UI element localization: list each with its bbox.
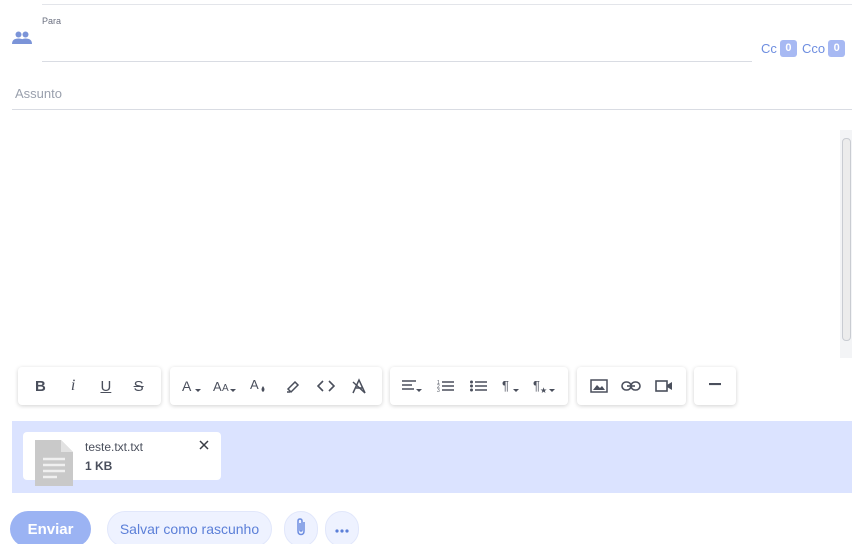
video-icon: [655, 380, 673, 392]
insert-link-button[interactable]: [615, 371, 647, 401]
bullet-list-icon: [470, 379, 488, 393]
code-button[interactable]: [309, 371, 342, 401]
italic-icon: i: [70, 377, 76, 394]
paragraph-style-button[interactable]: ¶ ★: [529, 371, 562, 401]
paragraph-button[interactable]: ¶: [496, 371, 529, 401]
more-options-button[interactable]: [325, 511, 359, 544]
bold-button[interactable]: B: [24, 371, 57, 401]
fill-color-button[interactable]: A: [243, 371, 276, 401]
cc-label: Cc: [761, 41, 777, 56]
bold-icon: B: [34, 377, 46, 395]
subject-input[interactable]: [12, 78, 852, 110]
svg-text:★: ★: [540, 386, 547, 394]
paragraph-style-icon: ¶ ★: [533, 378, 557, 394]
bullet-list-button[interactable]: [462, 371, 495, 401]
editor-scrollbar-thumb[interactable]: [842, 138, 851, 341]
paperclip-icon: [295, 517, 307, 542]
align-button[interactable]: [396, 371, 429, 401]
underline-button[interactable]: U: [90, 371, 123, 401]
highlight-button[interactable]: [276, 371, 309, 401]
cc-toggle[interactable]: Cc 0: [761, 40, 797, 57]
svg-text:¶: ¶: [533, 378, 540, 393]
font-size-button[interactable]: AA: [209, 371, 242, 401]
close-icon[interactable]: [197, 438, 211, 452]
fill-color-icon: A: [250, 377, 268, 395]
code-icon: [316, 379, 335, 393]
image-icon: [590, 379, 608, 393]
align-icon: [401, 378, 424, 394]
send-button[interactable]: Enviar: [10, 511, 91, 544]
svg-text:A: A: [213, 379, 222, 394]
highlight-icon: [285, 378, 301, 394]
to-label: Para: [42, 16, 62, 26]
link-icon: [621, 380, 642, 392]
ordered-list-icon: 123: [437, 379, 455, 393]
clear-format-icon: [351, 378, 367, 394]
strikethrough-button[interactable]: S: [122, 371, 155, 401]
svg-text:¶: ¶: [502, 378, 509, 393]
toolbar-insert-group: [577, 367, 686, 405]
ellipsis-icon: [335, 520, 349, 538]
toolbar-paragraph-group: 123 ¶ ¶ ★: [390, 367, 568, 405]
ordered-list-button[interactable]: 123: [429, 371, 462, 401]
insert-image-button[interactable]: [583, 371, 615, 401]
bcc-toggle[interactable]: Cco 0: [802, 40, 846, 57]
font-size-icon: AA: [213, 378, 239, 394]
svg-text:A: A: [182, 378, 192, 394]
to-input[interactable]: [42, 28, 752, 62]
svg-text:3: 3: [437, 388, 440, 393]
bcc-label: Cco: [802, 41, 826, 56]
strikethrough-icon: S: [133, 377, 144, 395]
insert-video-button[interactable]: [648, 371, 680, 401]
font-color-button[interactable]: A: [176, 371, 209, 401]
font-color-icon: A: [182, 378, 204, 394]
toolbar-text-style-group: B i U S: [18, 367, 161, 405]
cc-count-badge: 0: [779, 40, 797, 57]
attachment-file-size: 1 KB: [85, 459, 113, 473]
svg-text:A: A: [222, 383, 229, 394]
message-body-editor[interactable]: [12, 128, 840, 360]
clear-format-button[interactable]: [343, 371, 376, 401]
attachment-card[interactable]: teste.txt.txt 1 KB: [23, 432, 221, 486]
toolbar-rule-group: [694, 367, 736, 405]
horizontal-rule-icon: [708, 383, 722, 389]
paragraph-icon: ¶: [502, 378, 522, 394]
attachment-file-name: teste.txt.txt: [85, 440, 144, 454]
svg-text:A: A: [250, 377, 259, 392]
italic-button[interactable]: i: [57, 371, 90, 401]
bcc-count-badge: 0: [828, 40, 846, 57]
save-draft-button[interactable]: Salvar como rascunho: [107, 511, 272, 544]
toolbar-font-group: A AA A: [170, 367, 382, 405]
top-divider: [42, 4, 852, 5]
file-document-icon: [35, 440, 73, 486]
contacts-icon[interactable]: [12, 30, 32, 46]
horizontal-rule-button[interactable]: [698, 371, 732, 401]
underline-icon: U: [100, 377, 112, 395]
attach-file-button[interactable]: [284, 511, 318, 544]
